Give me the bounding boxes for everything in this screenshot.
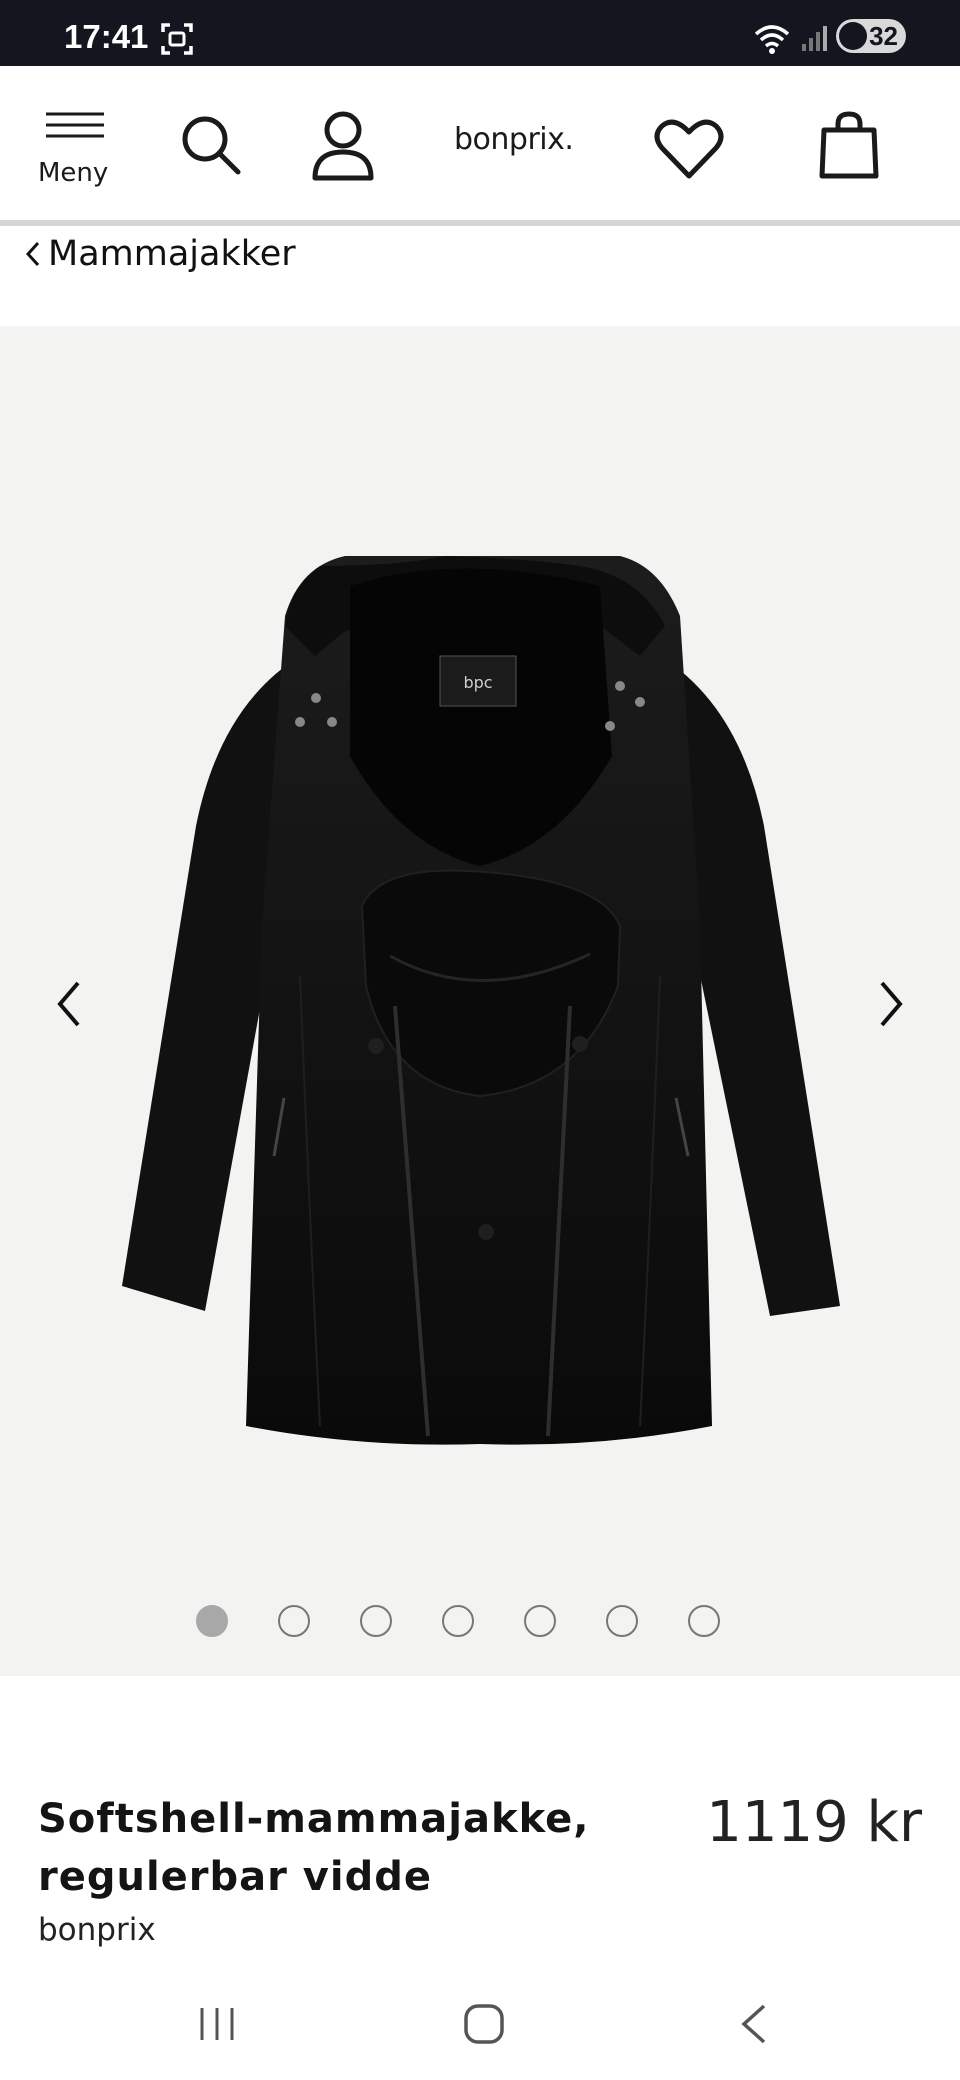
battery-saver-icon [839,22,867,50]
gallery-pagination [196,1605,720,1637]
product-price: 1119 kr [706,1790,922,1855]
signal-icon [802,26,827,51]
battery-icon: 32 [836,19,906,53]
system-navigation-bar [0,1980,960,2080]
gallery-dot-1[interactable] [196,1605,228,1637]
breadcrumb-back-link[interactable]: Mammajakker [26,230,296,278]
product-title-line-2: regulerbar vidde [38,1854,432,1900]
menu-button[interactable]: Meny [30,110,120,190]
account-icon[interactable] [310,110,376,182]
heart-icon[interactable] [654,118,724,180]
recent-apps-icon[interactable] [196,2004,238,2044]
search-icon[interactable] [178,112,244,178]
gallery-dot-6[interactable] [606,1605,638,1637]
product-title-line-1: Softshell-mammajakke, [38,1796,590,1842]
product-image-gallery[interactable]: bpc [0,326,960,1676]
breadcrumb-label: Mammajakker [48,234,296,274]
wifi-icon [754,25,790,54]
back-icon[interactable] [738,2002,768,2046]
gallery-dot-4[interactable] [442,1605,474,1637]
svg-text:bpc: bpc [463,673,492,692]
gallery-dot-2[interactable] [278,1605,310,1637]
gallery-dot-3[interactable] [360,1605,392,1637]
bag-icon[interactable] [818,110,880,180]
gallery-dot-5[interactable] [524,1605,556,1637]
menu-label: Meny [38,158,109,188]
home-icon[interactable] [462,2002,506,2046]
product-brand[interactable]: bonprix [38,1912,156,1948]
product-image[interactable]: bpc [0,326,960,1676]
screenshot-icon [161,23,193,55]
product-title: Softshell-mammajakke, regulerbar vidde [38,1790,658,1906]
status-bar: 17:41 32 [0,0,960,66]
battery-level: 32 [869,20,898,51]
chevron-left-icon [26,241,40,267]
status-time: 17:41 [64,18,149,55]
site-header: Meny bonprix. [0,66,960,226]
gallery-dot-7[interactable] [688,1605,720,1637]
menu-icon [46,112,104,138]
previous-image-arrow[interactable] [56,980,82,1028]
bonprix-logo[interactable]: bonprix. [454,122,574,157]
next-image-arrow[interactable] [878,980,904,1028]
